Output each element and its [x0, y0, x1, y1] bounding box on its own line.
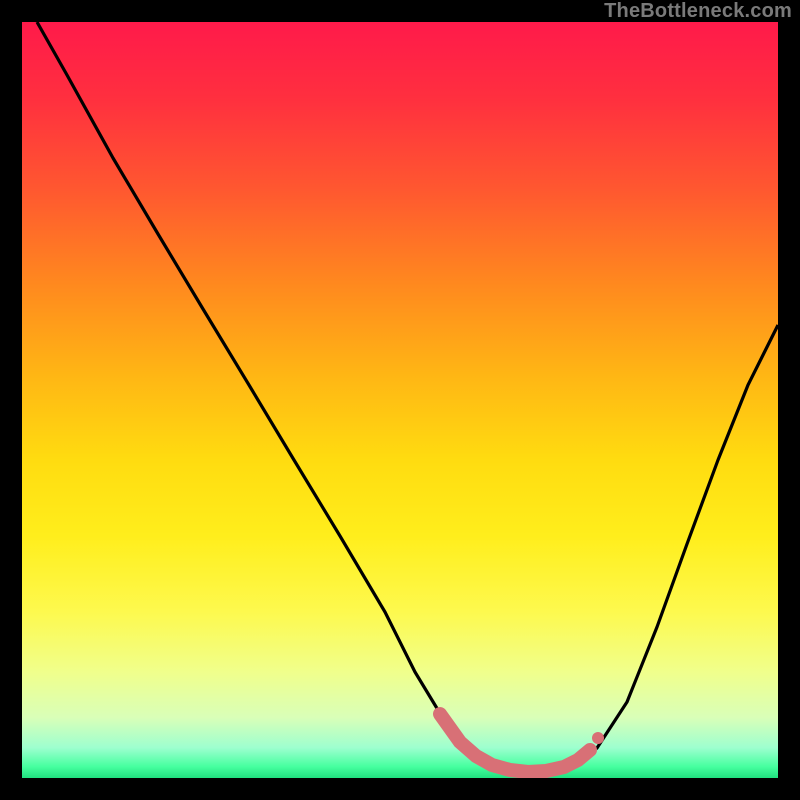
bottleneck-curve — [37, 22, 778, 770]
chart-frame: TheBottleneck.com — [0, 0, 800, 800]
plot-area — [22, 22, 778, 778]
curve-layer — [22, 22, 778, 778]
optimal-zone-marker — [436, 708, 604, 772]
watermark-text: TheBottleneck.com — [604, 0, 792, 23]
